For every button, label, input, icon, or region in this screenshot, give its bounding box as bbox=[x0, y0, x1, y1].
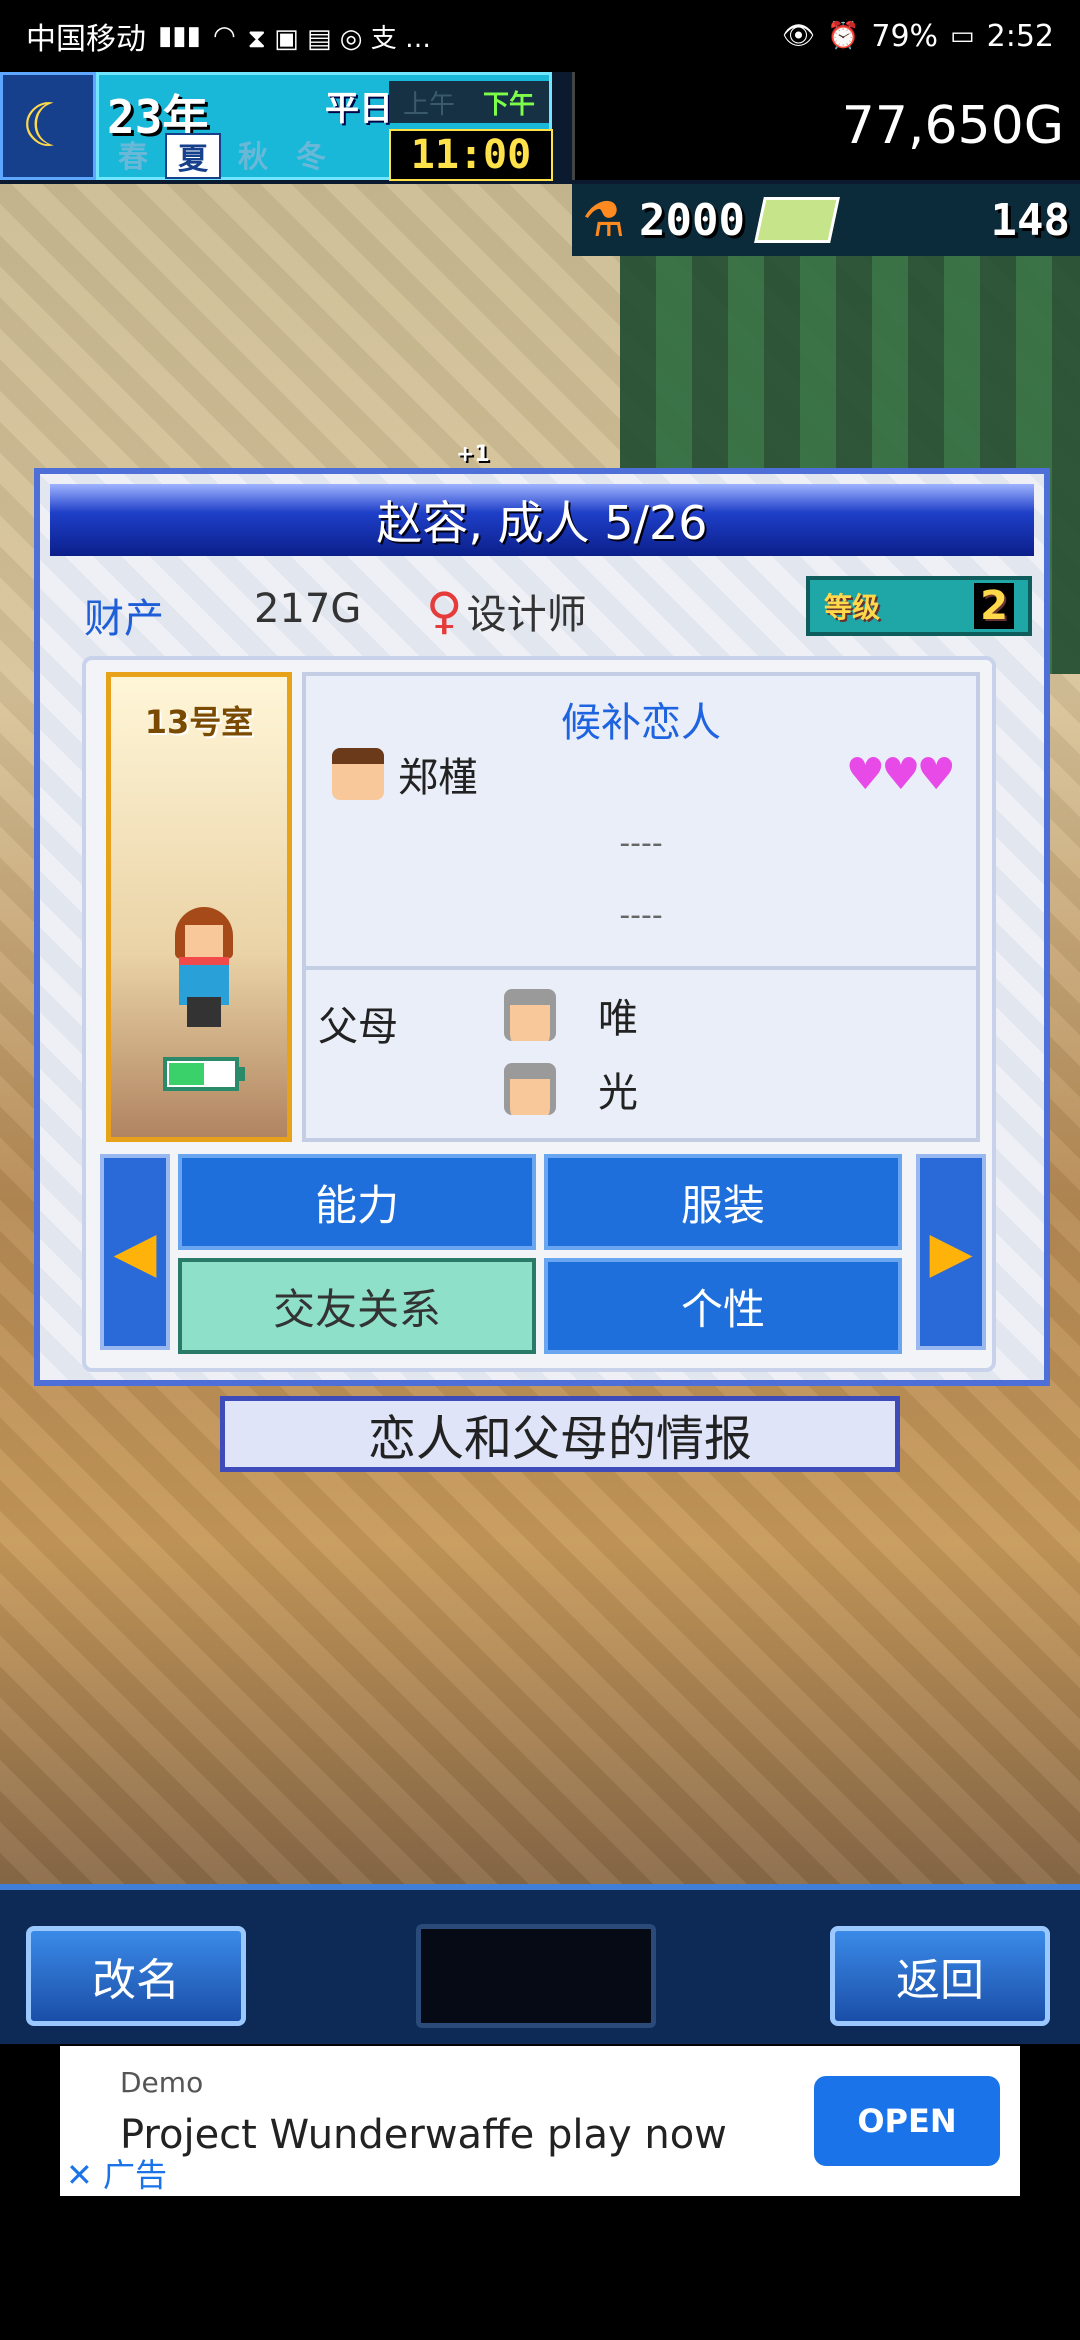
signal-icon: ▮▮▮ bbox=[158, 21, 201, 51]
asset-value: 217G bbox=[254, 586, 362, 632]
prev-arrow-icon[interactable]: ◀ bbox=[100, 1154, 170, 1350]
divider bbox=[306, 966, 976, 970]
flask-icon: ⚗ bbox=[582, 192, 626, 248]
money-display: 77,650G bbox=[572, 72, 1080, 180]
season-summer: 夏 bbox=[165, 133, 221, 179]
candidate-avatar-icon bbox=[332, 748, 384, 800]
empty-candidate-slot: ---- bbox=[619, 826, 663, 861]
research-points: 2000 bbox=[639, 194, 745, 246]
top-hud: ☾ 23年 平日 上午 下午 春 夏 秋 冬 11:00 77,650G bbox=[0, 72, 1080, 184]
ad-close[interactable]: ✕ 广告 bbox=[66, 2150, 167, 2196]
parent-name: 光 bbox=[598, 1070, 638, 1116]
parent-avatar-icon bbox=[504, 989, 556, 1041]
level-badge: 等级 2 bbox=[806, 576, 1032, 636]
season-winter: 冬 bbox=[296, 140, 326, 175]
room-portrait: 13号室 bbox=[106, 672, 292, 1142]
battery-icon: ▭ bbox=[950, 21, 975, 51]
rename-button[interactable]: 改名 bbox=[26, 1926, 246, 2026]
job-title: 设计师 bbox=[466, 592, 587, 638]
candidates-title: 候补恋人 bbox=[561, 700, 721, 746]
parents-label: 父母 bbox=[318, 1004, 398, 1050]
bottom-bar: 改名 返回 bbox=[0, 1884, 1080, 2044]
tab-ability[interactable]: 能力 bbox=[178, 1154, 536, 1250]
status-bar: 中国移动 ▮▮▮ ◠ ⧗ ▣ ▤ ◎ 支 … 👁 ⏰ 79% ▭ 2:52 bbox=[0, 0, 1080, 72]
energy-battery-icon bbox=[163, 1057, 245, 1091]
ticket-count: 148 bbox=[990, 194, 1070, 246]
parent-avatar-icon bbox=[504, 1063, 556, 1115]
season-spring: 春 bbox=[118, 140, 148, 175]
asset-label: 财产 bbox=[84, 596, 164, 642]
game-clock: 11:00 bbox=[389, 129, 553, 181]
empty-candidate-slot: ---- bbox=[619, 898, 663, 933]
level-value: 2 bbox=[974, 583, 1014, 629]
pm-label: 下午 bbox=[482, 89, 535, 120]
status-left: 中国移动 ▮▮▮ ◠ ⧗ ▣ ▤ ◎ 支 … bbox=[26, 14, 431, 58]
candidate-row[interactable]: 郑槿 ♥♥♥ bbox=[332, 744, 956, 804]
resource-bar: ⚗ 2000 148 bbox=[572, 184, 1080, 256]
status-right: 👁 ⏰ 79% ▭ 2:52 bbox=[782, 19, 1054, 54]
heart-icons: ♥♥♥ bbox=[845, 748, 956, 800]
ad-title[interactable]: Project Wunderwaffe play now bbox=[120, 2112, 727, 2158]
level-label: 等级 bbox=[824, 591, 881, 624]
eye-icon: 👁 bbox=[781, 21, 815, 51]
ad-open-button[interactable]: OPEN bbox=[814, 2076, 1000, 2166]
job-info: ♀ 设计师 bbox=[426, 582, 587, 640]
center-slot bbox=[416, 1924, 656, 2028]
season-indicator: 春 夏 秋 冬 bbox=[107, 133, 337, 179]
parent-name: 唯 bbox=[598, 996, 638, 1042]
status-time: 2:52 bbox=[986, 18, 1054, 54]
character-sprite bbox=[169, 907, 239, 1027]
plus-one-popup: +1 bbox=[456, 442, 490, 467]
relations-info: 候补恋人 郑槿 ♥♥♥ ---- ---- 父母 唯 光 bbox=[302, 672, 980, 1142]
parent-row[interactable]: 光 bbox=[504, 1060, 638, 1118]
candidate-name: 郑槿 bbox=[398, 755, 478, 801]
tab-clothing[interactable]: 服装 bbox=[544, 1154, 902, 1250]
date-panel: 23年 平日 上午 下午 春 夏 秋 冬 11:00 bbox=[96, 72, 553, 181]
tab-relationships[interactable]: 交友关系 bbox=[178, 1258, 536, 1354]
notification-icons: ⧗ ▣ ▤ ◎ 支 … bbox=[247, 23, 432, 54]
am-label: 上午 bbox=[402, 89, 455, 120]
female-icon: ♀ bbox=[426, 582, 463, 640]
moon-icon[interactable]: ☾ bbox=[0, 72, 96, 180]
detail-card: 13号室 候补恋人 郑槿 ♥♥♥ ---- ---- 父母 唯 光 ◀ 能力 服… bbox=[82, 656, 996, 1372]
battery-percent: 79% bbox=[871, 18, 939, 54]
alarm-icon: ⏰ bbox=[826, 21, 860, 51]
am-pm-indicator: 上午 下午 bbox=[389, 81, 549, 123]
room-number: 13号室 bbox=[144, 703, 254, 741]
wifi-icon: ◠ bbox=[212, 21, 236, 51]
tab-description: 恋人和父母的情报 bbox=[220, 1396, 900, 1472]
info-tabs: 能力 服装 交友关系 个性 bbox=[178, 1154, 902, 1354]
next-arrow-icon[interactable]: ▶ bbox=[916, 1154, 986, 1350]
ad-advertiser: Demo bbox=[120, 2066, 204, 2099]
ad-close-label: 广告 bbox=[102, 2156, 167, 2194]
parent-row[interactable]: 唯 bbox=[504, 986, 638, 1044]
close-icon[interactable]: ✕ bbox=[66, 2156, 93, 2194]
weekday-label: 平日 bbox=[325, 89, 393, 129]
ad-banner[interactable]: Demo Project Wunderwaffe play now OPEN ✕… bbox=[60, 2046, 1020, 2196]
dialog-title: 赵容, 成人 5/26 bbox=[50, 484, 1034, 556]
character-info-dialog: 赵容, 成人 5/26 财产 217G ♀ 设计师 等级 2 13号室 候补恋人… bbox=[34, 468, 1050, 1386]
ticket-icon bbox=[754, 197, 840, 243]
season-autumn: 秋 bbox=[238, 140, 268, 175]
tab-personality[interactable]: 个性 bbox=[544, 1258, 902, 1354]
carrier-label: 中国移动 bbox=[26, 22, 146, 57]
back-button[interactable]: 返回 bbox=[830, 1926, 1050, 2026]
